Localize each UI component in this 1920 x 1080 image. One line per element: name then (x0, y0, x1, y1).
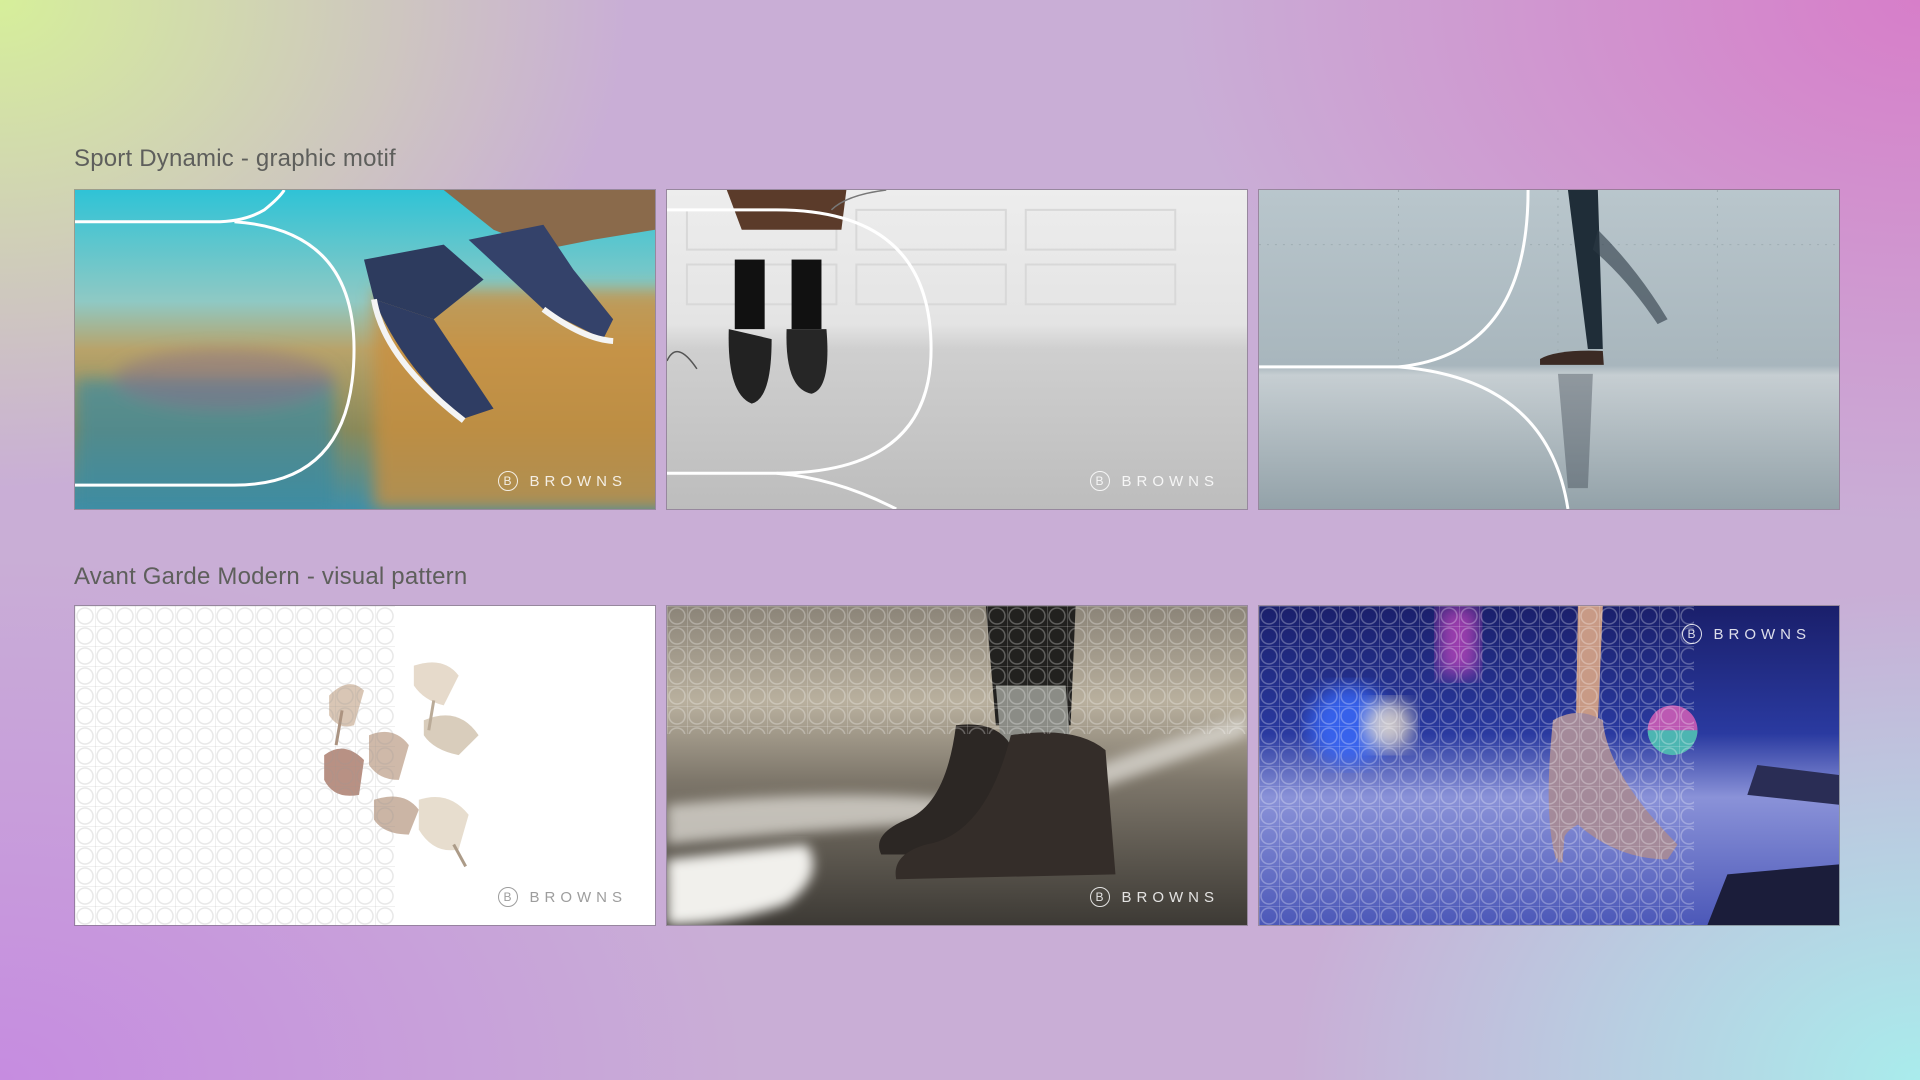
browns-logo: B BROWNS (1089, 471, 1220, 491)
sport-dynamic-row: B BROWNS B BROWNS (74, 189, 1840, 510)
section-title-avant-garde: Avant Garde Modern - visual pattern (74, 563, 468, 590)
browns-logo-icon: B (1089, 887, 1110, 907)
browns-wordmark: BROWNS (529, 888, 627, 906)
sport-tile-walking[interactable] (1258, 189, 1840, 510)
browns-logo: B BROWNS (1089, 887, 1220, 907)
sport-tile-sneakers[interactable]: B BROWNS (74, 189, 656, 510)
section-title-sport-dynamic: Sport Dynamic - graphic motif (74, 145, 396, 172)
browns-wordmark: BROWNS (1121, 888, 1219, 906)
browns-wordmark: BROWNS (1713, 625, 1811, 643)
sneakers-photo (75, 190, 655, 509)
glitter-boot-photo (1259, 606, 1839, 925)
heels-photo (75, 606, 655, 925)
avant-tile-heels[interactable]: B BROWNS (74, 605, 656, 926)
browns-wordmark: BROWNS (529, 472, 627, 490)
browns-wordmark: BROWNS (1121, 472, 1219, 490)
walking-photo (1259, 190, 1839, 509)
sport-tile-jump-rope[interactable]: B BROWNS (666, 189, 1248, 510)
avant-tile-boots-shore[interactable]: B BROWNS (666, 605, 1248, 926)
browns-logo: B BROWNS (497, 887, 628, 907)
browns-logo: B BROWNS (497, 471, 628, 491)
jump-rope-photo (667, 190, 1247, 509)
avant-tile-glitter-boot[interactable]: B BROWNS (1258, 605, 1840, 926)
avant-garde-row: B BROWNS B BROWNS B BROWNS (74, 605, 1840, 926)
browns-logo-icon: B (1681, 624, 1702, 644)
browns-logo-icon: B (497, 887, 518, 907)
browns-logo: B BROWNS (1681, 624, 1812, 644)
browns-logo-icon: B (497, 471, 518, 491)
boots-shore-photo (667, 606, 1247, 925)
browns-logo-icon: B (1089, 471, 1110, 491)
